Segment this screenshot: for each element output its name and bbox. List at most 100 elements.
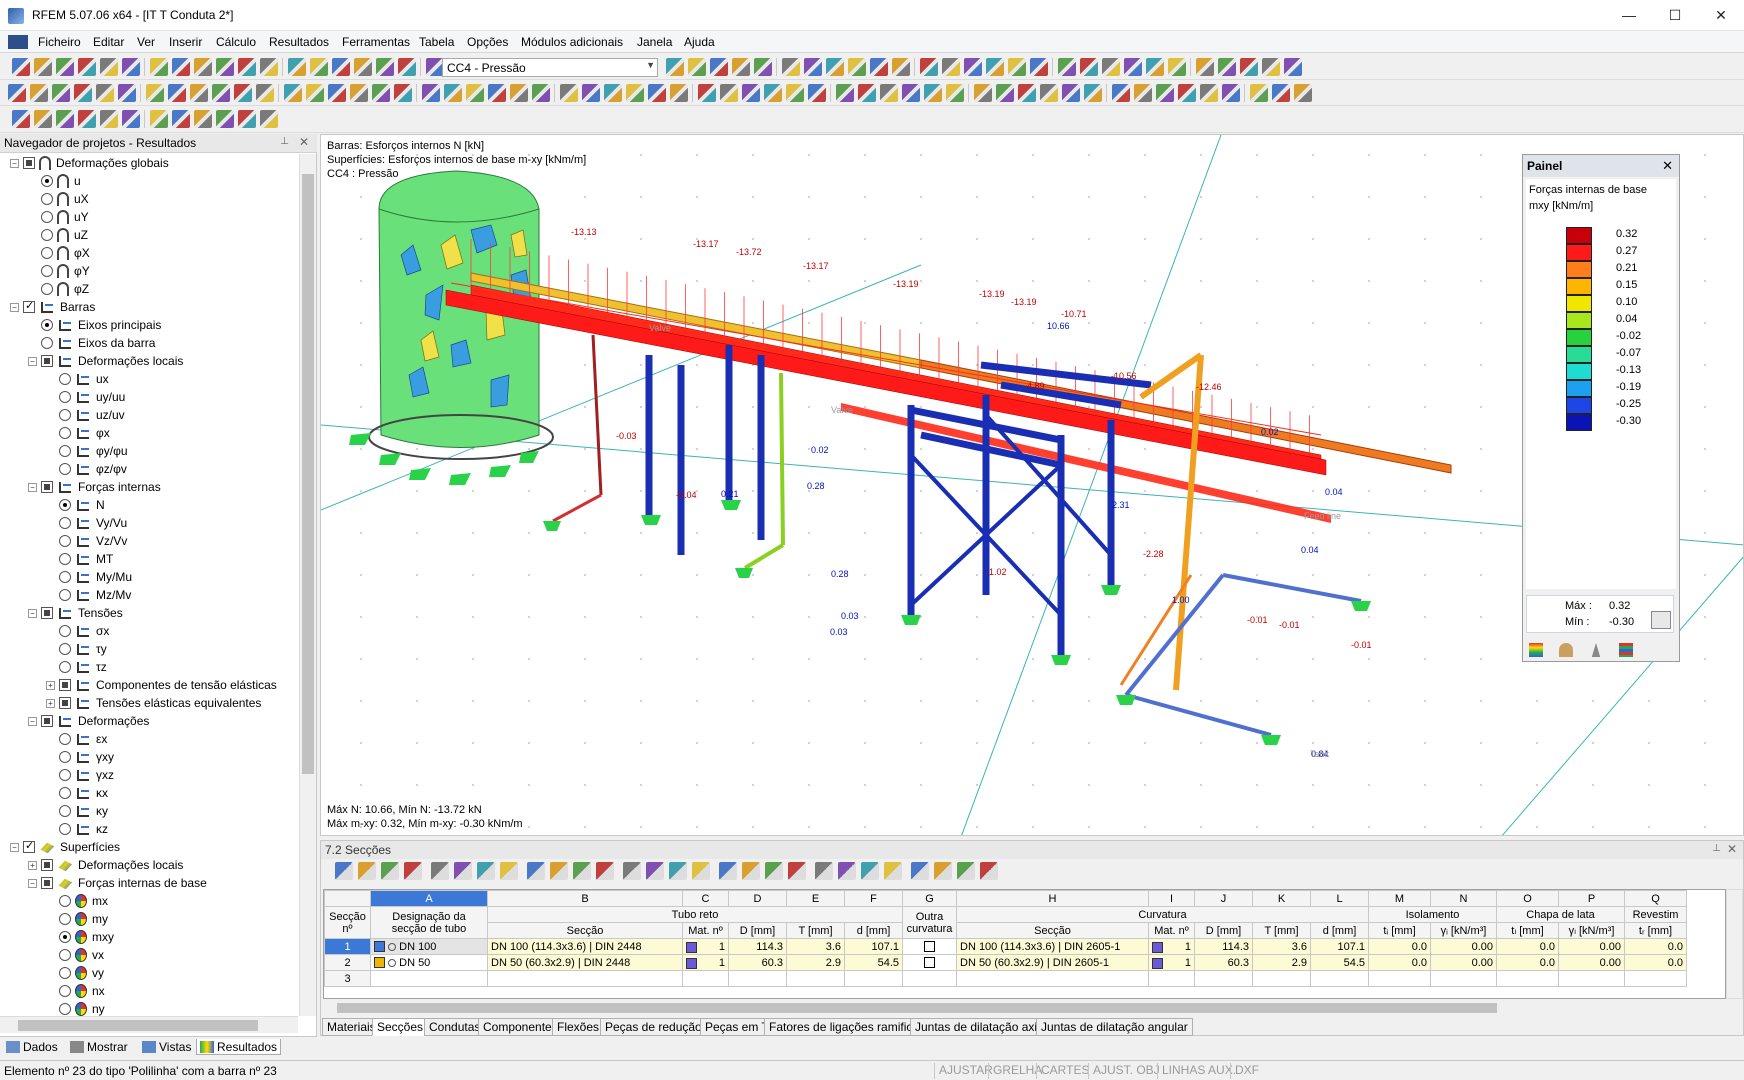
close-icon[interactable]: ✕ — [1662, 158, 1673, 174]
table-tab[interactable]: Juntas de dilatação angular — [1036, 1018, 1193, 1036]
tree-item[interactable]: κz — [46, 820, 108, 838]
toolbar-button-icon[interactable] — [1196, 58, 1214, 76]
table-cell[interactable] — [1430, 970, 1497, 987]
column-letter[interactable]: E — [786, 890, 845, 907]
table-cell[interactable]: 3.6 — [1252, 938, 1311, 955]
menu-ver[interactable]: Ver — [137, 35, 155, 49]
status-ajust-obj[interactable]: AJUST. OBJ — [1088, 1063, 1164, 1079]
table-cell[interactable]: DN 50 — [370, 954, 488, 971]
toolbar-button-icon[interactable] — [1168, 58, 1186, 76]
toolbar-button-icon[interactable] — [764, 84, 782, 102]
tree-item[interactable]: mx — [46, 892, 108, 910]
table-cell[interactable]: 107.1 — [1310, 938, 1369, 955]
radio[interactable] — [59, 661, 71, 673]
table-tab[interactable]: Flexões — [552, 1018, 605, 1036]
table-toolbar-icon[interactable] — [911, 862, 929, 880]
table-tab[interactable]: Condutas — [424, 1018, 486, 1036]
table-cell[interactable]: 3.6 — [786, 938, 845, 955]
radio[interactable] — [59, 805, 71, 817]
toolbar-button-icon[interactable] — [288, 58, 306, 76]
expand-icon[interactable]: − — [28, 482, 37, 492]
toolbar-button-icon[interactable] — [1040, 84, 1058, 102]
tree-item[interactable]: κy — [46, 802, 108, 820]
toolbar-button-icon[interactable] — [648, 84, 666, 102]
status-cartes[interactable]: CARTES — [1036, 1063, 1093, 1079]
toolbar-button-icon[interactable] — [742, 84, 760, 102]
radio[interactable] — [41, 283, 53, 295]
sections-table[interactable]: ABCDEFGHIJKLMNOPQ Secção nº Designação d… — [323, 889, 1726, 999]
radio[interactable] — [59, 895, 71, 907]
toolbar-button-icon[interactable] — [256, 84, 274, 102]
radio[interactable] — [59, 733, 71, 745]
table-cell[interactable] — [902, 970, 957, 987]
status-dxf[interactable]: DXF — [1230, 1063, 1263, 1079]
toolbar-button-icon[interactable] — [56, 110, 74, 128]
tree-item[interactable]: φz/φv — [46, 460, 127, 478]
tree-item[interactable]: φx — [46, 424, 110, 442]
radio[interactable] — [41, 211, 53, 223]
toolbar-button-icon[interactable] — [848, 58, 866, 76]
toolbar-button-icon[interactable] — [1146, 58, 1164, 76]
toolbar-button-icon[interactable] — [376, 58, 394, 76]
toolbar-button-icon[interactable] — [920, 58, 938, 76]
status-linhas-aux[interactable]: LINHAS AUX. — [1157, 1063, 1240, 1079]
column-letter[interactable]: K — [1252, 890, 1311, 907]
tree-item[interactable]: φZ — [28, 280, 89, 298]
toolbar-button-icon[interactable] — [1272, 84, 1290, 102]
table-cell[interactable]: 0.00 — [1430, 938, 1497, 955]
menu-calculo[interactable]: Cálculo — [216, 35, 256, 49]
column-letter[interactable]: Q — [1624, 890, 1687, 907]
expand-icon[interactable]: − — [28, 356, 37, 366]
tree-item[interactable]: uy/uu — [46, 388, 125, 406]
column-letter[interactable]: O — [1496, 890, 1559, 907]
tree-item[interactable]: vx — [46, 946, 104, 964]
tab-vistas[interactable]: Vistas — [142, 1039, 191, 1055]
toolbar-button-icon[interactable] — [238, 110, 256, 128]
toolbar-button-icon[interactable] — [1084, 84, 1102, 102]
table-tab[interactable]: Componentes — [478, 1018, 563, 1036]
navigator-scrollbar[interactable] — [299, 154, 316, 1016]
toolbar-button-icon[interactable] — [808, 84, 826, 102]
minimize-button[interactable]: — — [1606, 0, 1652, 31]
toolbar-button-icon[interactable] — [354, 58, 372, 76]
tree-item[interactable]: κx — [46, 784, 108, 802]
toolbar-button-icon[interactable] — [190, 84, 208, 102]
toolbar-button-icon[interactable] — [238, 58, 256, 76]
tree-item[interactable]: ux — [46, 370, 109, 388]
toolbar-button-icon[interactable] — [12, 58, 30, 76]
radio[interactable] — [59, 427, 71, 439]
table-cell[interactable]: DN 100 (114.3x3.6) | DIN 2605-1 — [956, 938, 1149, 955]
table-toolbar-icon[interactable] — [381, 862, 399, 880]
table-cell[interactable]: 2.9 — [786, 954, 845, 971]
checkbox[interactable] — [23, 299, 35, 313]
radio[interactable] — [59, 985, 71, 997]
toolbar-button-icon[interactable] — [560, 84, 578, 102]
table-toolbar-icon[interactable] — [957, 862, 975, 880]
toolbar-button-icon[interactable] — [212, 84, 230, 102]
tree-item[interactable]: − Deformações locais — [28, 352, 183, 370]
table-toolbar-icon[interactable] — [454, 862, 472, 880]
toolbar-button-icon[interactable] — [172, 58, 190, 76]
toolbar-button-icon[interactable] — [1262, 58, 1280, 76]
table-cell[interactable] — [1624, 970, 1687, 987]
table-cell[interactable] — [786, 970, 845, 987]
toolbar-button-icon[interactable] — [1284, 58, 1302, 76]
table-tab[interactable]: Secções — [372, 1018, 429, 1036]
table-toolbar-icon[interactable] — [838, 862, 856, 880]
tree-item[interactable]: − Tensões — [28, 604, 123, 622]
table-toolbar-icon[interactable] — [404, 862, 422, 880]
column-letter[interactable]: F — [844, 890, 903, 907]
table-cell[interactable]: 1 — [1148, 954, 1195, 971]
toolbar-button-icon[interactable] — [670, 84, 688, 102]
maximize-button[interactable]: ☐ — [1652, 0, 1698, 31]
toolbar-button-icon[interactable] — [1112, 84, 1130, 102]
expand-icon[interactable]: − — [10, 842, 19, 852]
table-toolbar-icon[interactable] — [358, 862, 376, 880]
toolbar-button-icon[interactable] — [118, 84, 136, 102]
toolbar-button-icon[interactable] — [902, 84, 920, 102]
radio[interactable] — [41, 265, 53, 277]
toolbar-button-icon[interactable] — [754, 58, 772, 76]
toolbar-button-icon[interactable] — [306, 84, 324, 102]
radio[interactable] — [59, 589, 71, 601]
radio[interactable] — [59, 571, 71, 583]
